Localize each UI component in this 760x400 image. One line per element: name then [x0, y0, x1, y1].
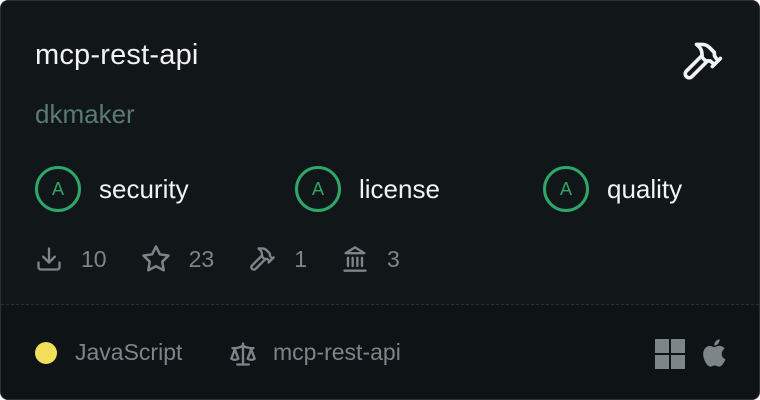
stars-count: 23	[188, 245, 215, 272]
score-security: A security	[35, 166, 189, 212]
server-card[interactable]: mcp-rest-api dkmaker A security A licens…	[0, 0, 760, 400]
stats-row: 10 23 1 3	[35, 241, 434, 277]
hammer-icon	[683, 42, 723, 80]
institutions-stat: 3	[341, 245, 400, 273]
author-name[interactable]: dkmaker	[35, 99, 135, 130]
language-color-dot	[35, 342, 57, 364]
windows-icon	[655, 339, 685, 369]
tools-stat: 1	[248, 245, 307, 273]
license-label: license	[359, 173, 440, 204]
quality-grade-badge: A	[543, 166, 589, 212]
score-license: A license	[295, 166, 440, 212]
security-label: security	[99, 173, 189, 204]
tools-button[interactable]	[679, 38, 725, 84]
score-quality: A quality	[543, 166, 682, 212]
hammer-icon	[250, 247, 276, 271]
license-grade-badge: A	[295, 166, 341, 212]
language-name: JavaScript	[75, 339, 183, 365]
stars-stat: 23	[141, 244, 215, 274]
card-footer: JavaScript mcp-rest-api	[1, 305, 759, 399]
star-icon	[141, 245, 170, 272]
institutions-count: 3	[386, 245, 400, 272]
server-title[interactable]: mcp-rest-api	[35, 39, 199, 72]
tools-count: 1	[294, 245, 307, 272]
license-name[interactable]: mcp-rest-api	[273, 339, 401, 366]
download-icon	[37, 247, 61, 271]
scale-icon	[230, 342, 256, 366]
security-grade-badge: A	[35, 166, 81, 212]
quality-label: quality	[607, 173, 683, 204]
downloads-count: 10	[81, 245, 107, 272]
downloads-stat: 10	[35, 245, 107, 273]
apple-icon	[703, 339, 726, 367]
landmark-icon	[343, 246, 367, 272]
